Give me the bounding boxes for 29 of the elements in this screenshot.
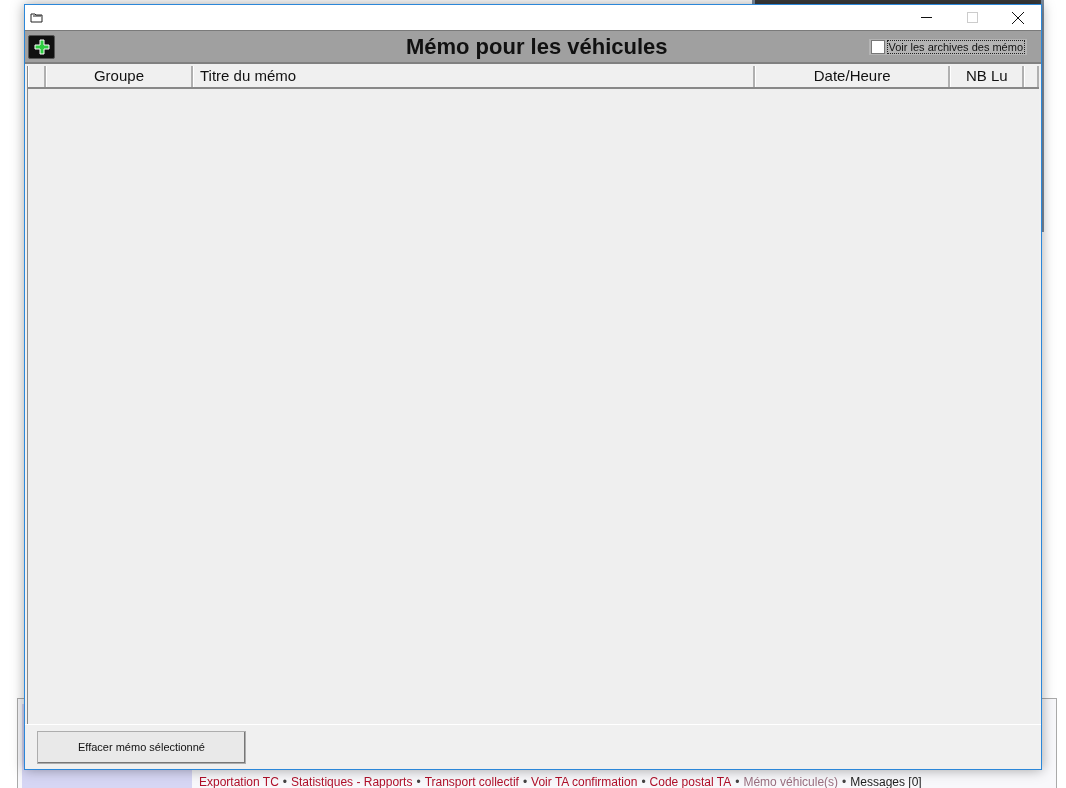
messages-text: Messages [0]: [850, 775, 922, 788]
footer-link[interactable]: Mémo véhicule(s): [743, 775, 839, 788]
separator-bullet: •: [735, 775, 740, 788]
delete-button[interactable]: Effacer mémo sélectionné: [37, 730, 246, 764]
footer-link[interactable]: Statistiques - Rapports: [291, 775, 413, 788]
add-button[interactable]: [28, 34, 55, 59]
window-title: Mémo pour les véhicules: [404, 33, 669, 60]
separator-bullet: •: [842, 775, 847, 788]
footer-link[interactable]: Exportation TC: [199, 775, 279, 788]
footer-link[interactable]: Code postal TA: [649, 775, 732, 788]
close-icon: [1012, 11, 1024, 24]
separator-bullet: •: [641, 775, 646, 788]
separator-bullet: •: [522, 775, 528, 788]
column-header[interactable]: Date/Heure: [754, 66, 951, 87]
row-header-cell: [28, 66, 46, 87]
minimize-icon: [920, 16, 932, 19]
column-header[interactable]: Titre du mémo: [193, 66, 755, 87]
column-header-filler: [1024, 66, 1039, 87]
separator-bullet: •: [282, 775, 288, 788]
column-header[interactable]: NB Lu: [950, 66, 1024, 87]
maximize-icon: [966, 12, 978, 23]
checkbox-label: Voir les archives des mémo: [886, 39, 1025, 54]
separator-bullet: •: [416, 775, 421, 788]
archive-checkbox[interactable]: [870, 39, 885, 54]
footer-link[interactable]: Transport collectif: [424, 775, 519, 788]
footer-link[interactable]: Voir TA confirmation: [531, 775, 638, 788]
window-icon: [30, 12, 43, 23]
column-header[interactable]: Groupe: [46, 66, 193, 87]
plus-icon: [33, 38, 50, 55]
